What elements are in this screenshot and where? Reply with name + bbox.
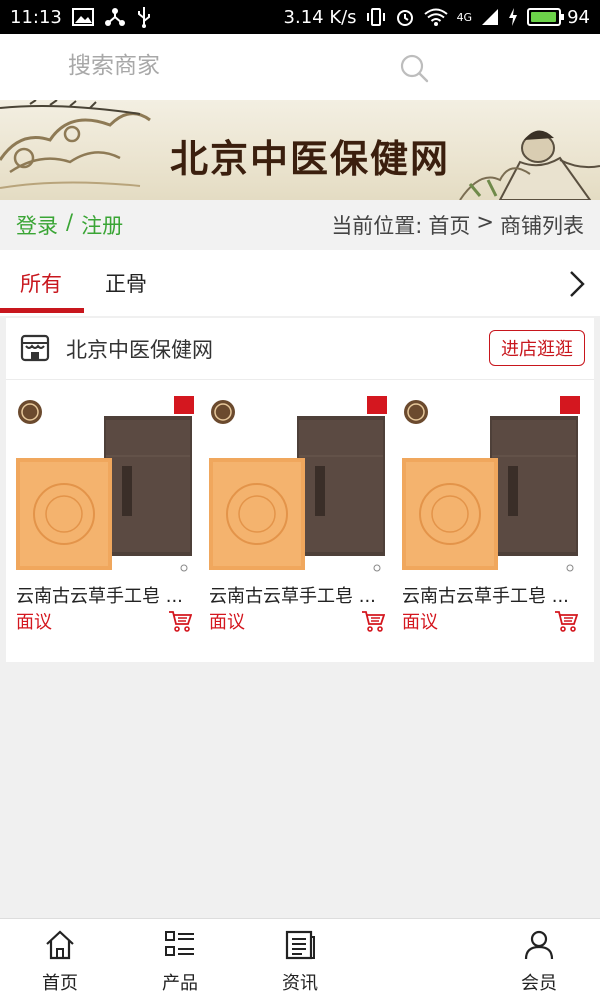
register-link[interactable]: 注册 xyxy=(81,210,123,240)
nav-item-home[interactable]: 首页 xyxy=(15,929,105,995)
bottom-nav: 首页 产品 资讯 会员 xyxy=(0,918,600,1000)
image-icon xyxy=(71,8,94,26)
banner-title: 北京中医保健网 xyxy=(170,136,451,181)
cart-icon[interactable] xyxy=(361,610,386,632)
chevron-right-icon[interactable] xyxy=(562,266,592,302)
vibrate-icon xyxy=(366,7,386,27)
nav-label: 产品 xyxy=(162,973,198,994)
nav-label: 会员 xyxy=(521,973,557,994)
cart-icon[interactable] xyxy=(554,610,579,632)
cart-icon[interactable] xyxy=(168,610,193,632)
product-image[interactable] xyxy=(400,396,580,576)
home-icon xyxy=(44,929,76,965)
product-card[interactable]: 云南古云草手工皂 ... 面议 xyxy=(14,396,194,646)
product-price: 面议 xyxy=(16,612,52,633)
shop-header: 北京中医保健网 进店逛逛 xyxy=(6,318,594,380)
nav-label: 首页 xyxy=(42,973,78,994)
breadcrumb-bar: 登录 / 注册 当前位置: 首页 > 商铺列表 xyxy=(0,200,600,250)
breadcrumb: 当前位置: 首页 > 商铺列表 xyxy=(331,210,584,240)
tab-bone-setting[interactable]: 正骨 xyxy=(105,268,147,298)
active-tab-indicator xyxy=(0,308,84,313)
product-price: 面议 xyxy=(402,612,438,633)
product-card[interactable]: 云南古云草手工皂 ... 面议 xyxy=(400,396,580,646)
shop-name: 北京中医保健网 xyxy=(66,338,213,362)
battery-percent: 94 xyxy=(567,6,590,28)
network-speed: 3.14 K/s xyxy=(283,6,357,28)
breadcrumb-home[interactable]: 首页 xyxy=(428,210,470,240)
status-bar: 11:13 3.14 K/s 4G 94 xyxy=(0,0,600,34)
list-icon xyxy=(164,929,196,965)
battery-icon xyxy=(527,8,565,26)
network-type: 4G xyxy=(456,10,473,24)
login-link[interactable]: 登录 xyxy=(16,210,58,240)
charging-icon xyxy=(508,8,518,26)
product-card[interactable]: 云南古云草手工皂 ... 面议 xyxy=(207,396,387,646)
search-input[interactable] xyxy=(68,48,438,84)
store-icon xyxy=(20,333,50,367)
wifi-icon xyxy=(423,8,448,26)
auth-separator: / xyxy=(66,210,74,234)
product-name[interactable]: 云南古云草手工皂 ... xyxy=(16,582,194,608)
product-image[interactable] xyxy=(14,396,194,576)
status-time: 11:13 xyxy=(10,6,62,28)
nav-item-products[interactable]: 产品 xyxy=(135,929,225,995)
nav-label: 资讯 xyxy=(282,973,318,994)
usb-icon xyxy=(136,6,152,28)
tab-all[interactable]: 所有 xyxy=(20,268,62,298)
breadcrumb-prefix: 当前位置: xyxy=(331,214,423,238)
battery-fill xyxy=(531,12,556,22)
alarm-icon xyxy=(395,7,415,27)
search-bar xyxy=(0,34,600,100)
product-price: 面议 xyxy=(209,612,245,633)
enter-shop-button[interactable]: 进店逛逛 xyxy=(489,330,585,366)
product-image[interactable] xyxy=(207,396,387,576)
category-tabs: 所有 正骨 xyxy=(0,250,600,316)
breadcrumb-arrow: > xyxy=(476,210,494,234)
battery-indicator: 94 xyxy=(527,7,590,28)
search-icon[interactable] xyxy=(394,48,434,88)
product-name[interactable]: 云南古云草手工皂 ... xyxy=(209,582,387,608)
user-icon xyxy=(523,929,555,965)
auth-links: 登录 / 注册 xyxy=(16,210,123,240)
share-icon xyxy=(104,7,126,27)
news-icon xyxy=(284,929,316,965)
breadcrumb-current: 商铺列表 xyxy=(500,214,584,238)
nav-item-news[interactable]: 资讯 xyxy=(255,929,345,995)
product-name[interactable]: 云南古云草手工皂 ... xyxy=(402,582,580,608)
nav-item-member[interactable]: 会员 xyxy=(494,929,584,995)
signal-icon xyxy=(481,8,499,26)
banner[interactable]: 北京中医保健网 xyxy=(0,100,600,200)
shop-card: 北京中医保健网 进店逛逛 云南古云草手工皂 ... 面议 云南古云草手工皂 ..… xyxy=(6,318,594,662)
